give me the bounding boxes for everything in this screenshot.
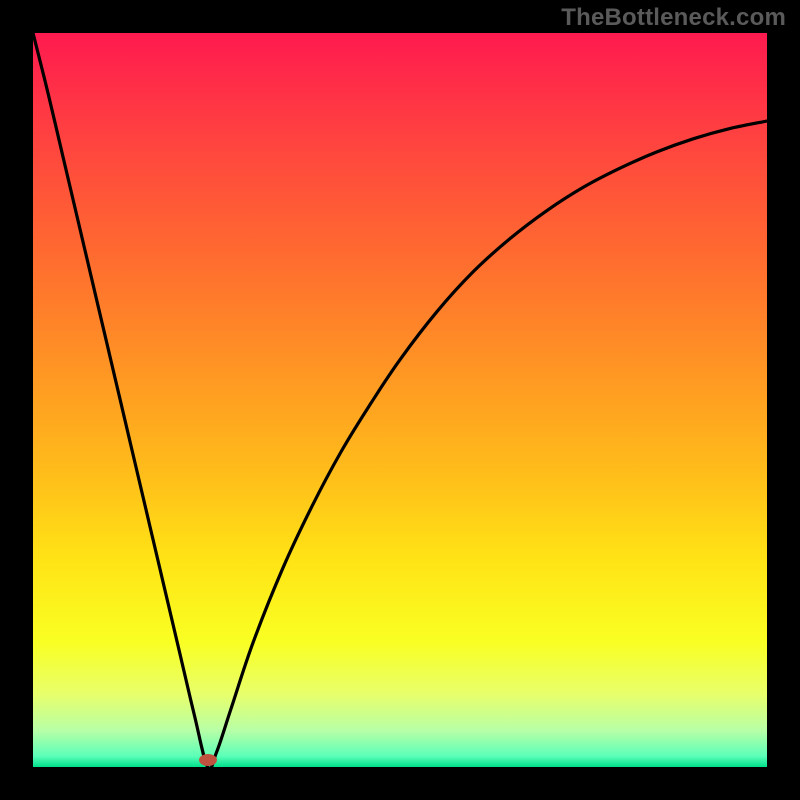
minimum-marker [199, 754, 217, 766]
bottleneck-plot [0, 0, 800, 800]
chart-frame: TheBottleneck.com [0, 0, 800, 800]
plot-background-gradient [33, 33, 767, 767]
watermark-text: TheBottleneck.com [561, 4, 786, 32]
